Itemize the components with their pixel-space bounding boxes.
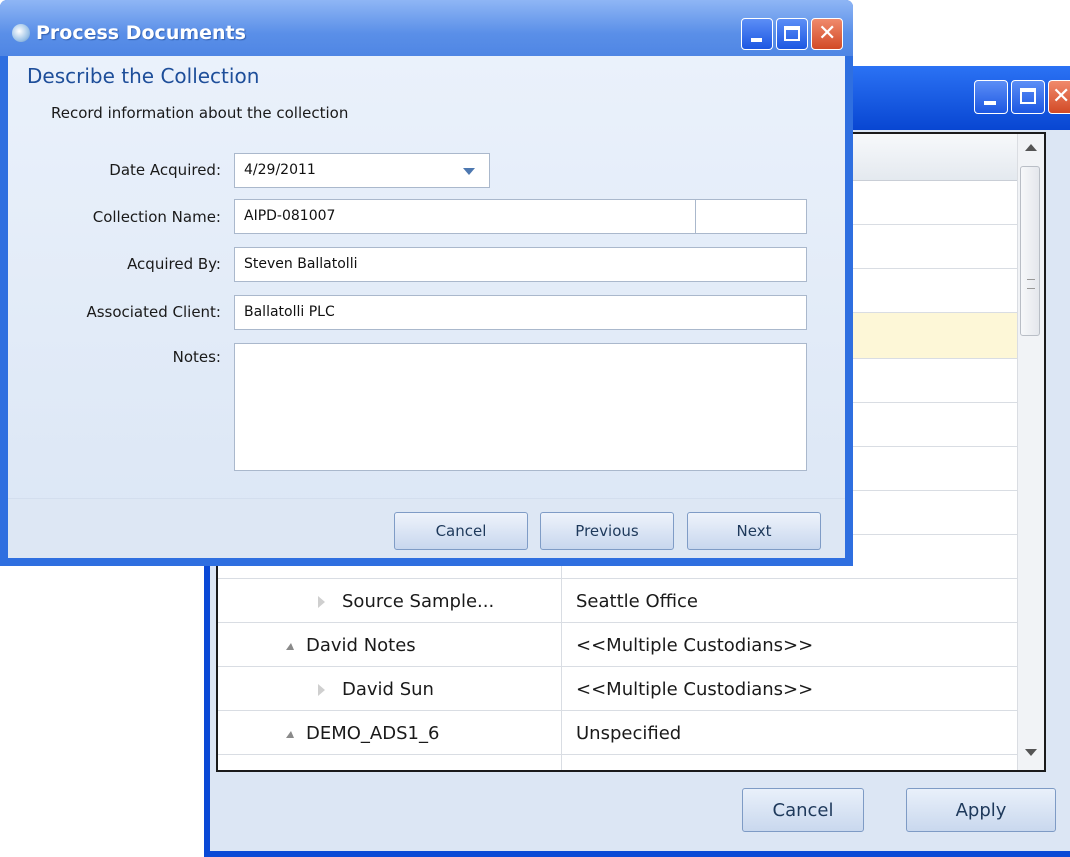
row-divider [218,578,1044,579]
vertical-scrollbar[interactable] [1017,134,1044,770]
associated-client-label: Associated Client: [86,303,221,321]
collection-suffix-field[interactable] [695,199,807,234]
collection-name-field[interactable]: AIPD-081007 [234,199,696,234]
row-name: David Sun [342,679,434,700]
app-icon [12,24,30,42]
row-value: Seattle Office [576,591,698,612]
process-documents-dialog: Process Documents ✕ Describe the Collect… [0,0,853,566]
expand-triangle-icon[interactable] [318,596,325,608]
collapse-triangle-icon[interactable] [286,643,294,650]
list-item[interactable]: David Sun <<Multiple Custodians>> [218,668,1044,712]
close-button[interactable]: ✕ [811,18,843,50]
notes-label: Notes: [172,348,221,366]
collection-name-label: Collection Name: [92,208,221,226]
apply-button[interactable]: Apply [906,788,1056,832]
page-title: Describe the Collection [27,64,260,88]
grip-icon [1027,279,1035,289]
date-acquired-dropdown[interactable]: 4/29/2011 [234,153,490,188]
dialog-titlebar[interactable]: Process Documents ✕ [0,0,853,56]
date-acquired-label: Date Acquired: [109,161,221,179]
row-name: DEMO_ADS1_6 [306,723,440,744]
associated-client-field[interactable]: Ballatolli PLC [234,295,807,330]
acquired-by-label: Acquired By: [127,255,221,273]
chevron-down-icon[interactable] [463,168,475,175]
row-name: David Notes [306,635,416,656]
maximize-icon [1020,88,1036,104]
collapse-triangle-icon[interactable] [286,731,294,738]
scroll-down-icon[interactable] [1025,749,1037,756]
list-item[interactable]: Source Sample... Seattle Office [218,580,1044,624]
list-item[interactable]: David Notes <<Multiple Custodians>> [218,624,1044,668]
scrollbar-thumb[interactable] [1020,166,1040,336]
bg-cancel-button[interactable]: Cancel [742,788,864,832]
cancel-button[interactable]: Cancel [394,512,528,550]
acquired-by-field[interactable]: Steven Ballatolli [234,247,807,282]
bg-minimize-button[interactable] [974,80,1008,114]
minimize-button[interactable] [741,18,773,50]
date-acquired-value: 4/29/2011 [244,162,316,178]
minimize-icon [984,101,996,105]
minimize-icon [751,38,762,42]
close-icon: ✕ [1052,84,1070,109]
bg-close-button[interactable]: ✕ [1048,80,1070,114]
dialog-title: Process Documents [36,22,246,44]
scroll-up-icon[interactable] [1025,144,1037,151]
row-value: Unspecified [576,723,682,744]
dialog-client: Describe the Collection Record informati… [8,56,845,558]
expand-triangle-icon[interactable] [318,684,325,696]
maximize-icon [784,26,800,41]
page-subtitle: Record information about the collection [51,104,349,122]
list-item[interactable]: DEMO_ADS1_6 Unspecified [218,712,1044,756]
row-value: <<Multiple Custodians>> [576,679,814,700]
maximize-button[interactable] [776,18,808,50]
previous-button[interactable]: Previous [540,512,674,550]
row-name: Source Sample... [342,591,495,612]
bg-maximize-button[interactable] [1011,80,1045,114]
close-icon: ✕ [818,21,837,46]
next-button[interactable]: Next [687,512,821,550]
row-value: <<Multiple Custodians>> [576,635,814,656]
notes-textarea[interactable] [234,343,807,471]
